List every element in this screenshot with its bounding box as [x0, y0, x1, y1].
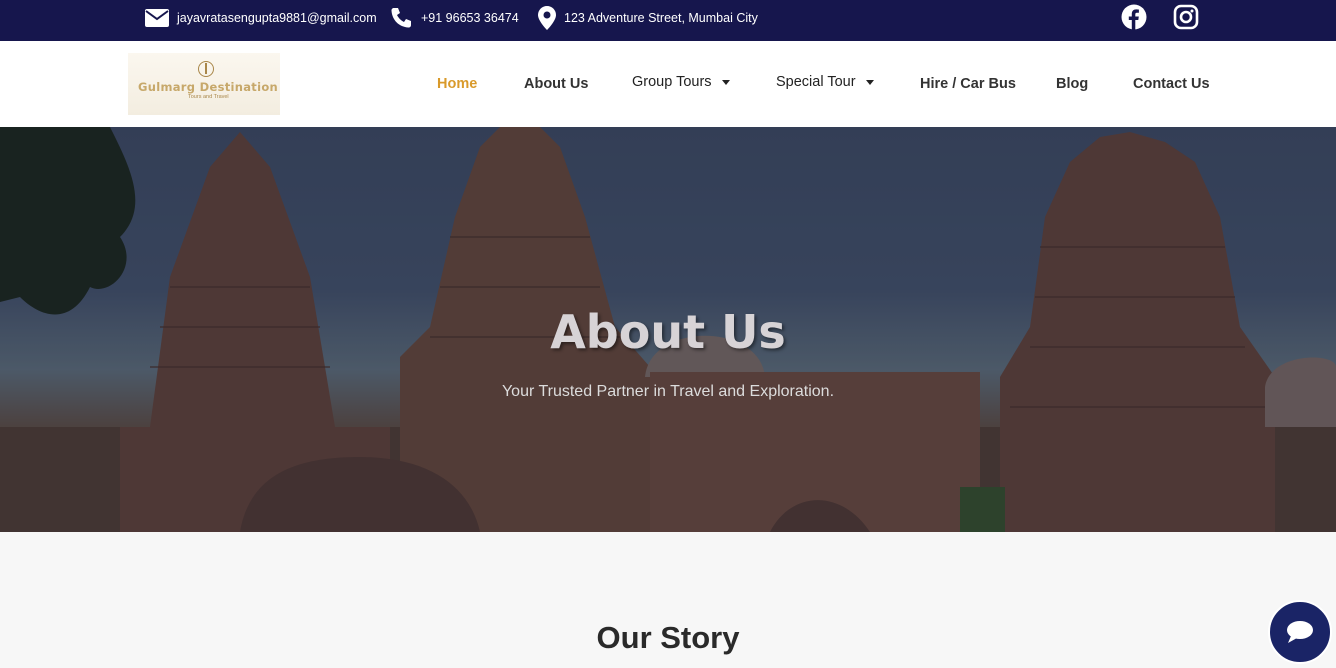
nav-hire-label: Hire / Car Bus	[920, 76, 1016, 92]
nav-blog-label: Blog	[1056, 76, 1089, 92]
nav-special-tour-dropdown[interactable]: Special Tour	[776, 39, 874, 125]
phone-contact[interactable]: +91 96653 36474	[389, 0, 519, 36]
top-contact-bar: jayavratasengupta9881@gmail.com +91 9665…	[0, 0, 1336, 41]
nav-contact-us[interactable]: Contact Us	[1133, 41, 1210, 127]
envelope-icon	[145, 9, 169, 27]
email-text: jayavratasengupta9881@gmail.com	[177, 11, 377, 25]
site-header: Gulmarg Destination Tours and Travel Hom…	[0, 41, 1336, 127]
email-contact[interactable]: jayavratasengupta9881@gmail.com	[145, 0, 377, 36]
chat-button[interactable]	[1268, 600, 1332, 664]
nav-home[interactable]: Home	[437, 41, 477, 127]
nav-special-tour-label: Special Tour	[776, 74, 856, 90]
nav-blog[interactable]: Blog	[1056, 41, 1088, 127]
chat-bubble-icon	[1287, 621, 1313, 643]
nav-group-tours-label: Group Tours	[632, 74, 712, 90]
site-logo[interactable]: Gulmarg Destination Tours and Travel	[128, 53, 280, 115]
hero-banner: About Us Your Trusted Partner in Travel …	[0, 127, 1336, 532]
caret-down-icon	[865, 79, 874, 85]
logo-tagline: Tours and Travel	[188, 94, 229, 100]
nav-about-us[interactable]: About Us	[524, 41, 588, 127]
logo-name: Gulmarg Destination	[138, 80, 279, 94]
phone-text: +91 96653 36474	[421, 11, 519, 25]
nav-contact-label: Contact Us	[1133, 76, 1210, 92]
nav-about-label: About Us	[524, 76, 589, 92]
address-text: 123 Adventure Street, Mumbai City	[564, 11, 758, 25]
nav-hire-car-bus[interactable]: Hire / Car Bus	[920, 41, 1016, 127]
hero-title: About Us	[550, 305, 786, 359]
facebook-icon[interactable]	[1121, 4, 1147, 30]
map-pin-icon	[538, 6, 556, 30]
caret-down-icon	[721, 79, 730, 85]
hero-subtitle: Your Trusted Partner in Travel and Explo…	[501, 383, 835, 400]
globe-icon	[198, 61, 214, 77]
phone-icon	[391, 8, 411, 28]
instagram-icon[interactable]	[1173, 4, 1199, 30]
section-title-our-story: Our Story	[596, 620, 740, 655]
nav-home-label: Home	[437, 76, 478, 92]
address-contact[interactable]: 123 Adventure Street, Mumbai City	[538, 0, 758, 36]
nav-group-tours-dropdown[interactable]: Group Tours	[632, 39, 730, 125]
